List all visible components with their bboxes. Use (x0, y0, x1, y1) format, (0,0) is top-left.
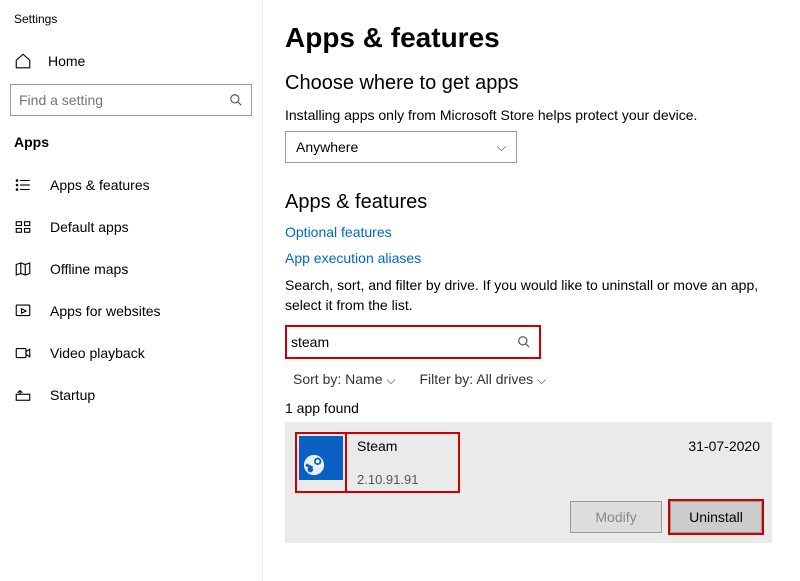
chevron-down-icon: ⌵ (537, 373, 546, 387)
app-card[interactable]: Steam 2.10.91.91 31-07-2020 Modify Unins… (285, 422, 772, 543)
filter-picker[interactable]: Filter by: All drives ⌵ (420, 371, 547, 388)
sort-value: Name (345, 371, 382, 387)
nav-apps-websites[interactable]: Apps for websites (10, 290, 262, 332)
choose-desc: Installing apps only from Microsoft Stor… (285, 107, 772, 123)
optional-features-link[interactable]: Optional features (285, 224, 772, 240)
nav-startup[interactable]: Startup (10, 374, 262, 416)
sort-filter-row: Sort by: Name ⌵ Filter by: All drives ⌵ (285, 371, 772, 388)
app-aliases-link[interactable]: App execution aliases (285, 250, 772, 266)
nav-offline-maps[interactable]: Offline maps (10, 248, 262, 290)
steam-icon (299, 436, 343, 480)
home-nav[interactable]: Home (10, 44, 262, 84)
app-name: Steam (357, 438, 418, 454)
nav-apps-features[interactable]: Apps & features (10, 164, 262, 206)
sidebar-search[interactable] (10, 84, 252, 116)
video-icon (14, 344, 32, 362)
window-title: Settings (10, 10, 262, 44)
apps-found-count: 1 app found (285, 400, 772, 416)
main-content: Apps & features Choose where to get apps… (263, 0, 800, 581)
search-icon (229, 93, 243, 107)
sidebar: Settings Home Apps Apps & features Defau… (0, 0, 263, 581)
modify-button: Modify (570, 501, 662, 533)
nav-label: Default apps (50, 219, 129, 235)
nav-label: Apps for websites (50, 303, 161, 319)
page-title: Apps & features (285, 22, 772, 54)
nav-video-playback[interactable]: Video playback (10, 332, 262, 374)
apps-heading: Apps & features (285, 191, 772, 214)
filter-value: All drives (476, 371, 533, 387)
sidebar-section-label: Apps (10, 134, 262, 158)
websites-icon (14, 302, 32, 320)
nav-label: Video playback (50, 345, 145, 361)
nav-label: Startup (50, 387, 95, 403)
home-icon (14, 52, 32, 70)
nav-label: Offline maps (50, 261, 128, 277)
nav-default-apps[interactable]: Default apps (10, 206, 262, 248)
choose-heading: Choose where to get apps (285, 72, 772, 95)
map-icon (14, 260, 32, 278)
startup-icon (14, 386, 32, 404)
sort-label: Sort by: (293, 371, 341, 387)
nav-list: Apps & features Default apps Offline map… (10, 164, 262, 416)
app-actions: Modify Uninstall (295, 501, 762, 533)
defaults-icon (14, 218, 32, 236)
source-selected: Anywhere (296, 139, 358, 155)
nav-label: Apps & features (50, 177, 150, 193)
apps-help: Search, sort, and filter by drive. If yo… (285, 276, 772, 315)
app-version: 2.10.91.91 (357, 472, 418, 487)
chevron-down-icon: ⌵ (497, 140, 506, 155)
source-select[interactable]: Anywhere ⌵ (285, 131, 517, 163)
chevron-down-icon: ⌵ (386, 373, 395, 387)
app-search-input[interactable] (287, 334, 509, 350)
search-icon (509, 335, 539, 349)
sort-picker[interactable]: Sort by: Name ⌵ (293, 371, 396, 388)
home-label: Home (48, 53, 85, 69)
list-icon (14, 176, 32, 194)
app-date: 31-07-2020 (688, 438, 760, 454)
sidebar-search-input[interactable] (19, 92, 229, 108)
app-search-box[interactable] (285, 325, 541, 359)
uninstall-button[interactable]: Uninstall (670, 501, 762, 533)
filter-label: Filter by: (420, 371, 474, 387)
